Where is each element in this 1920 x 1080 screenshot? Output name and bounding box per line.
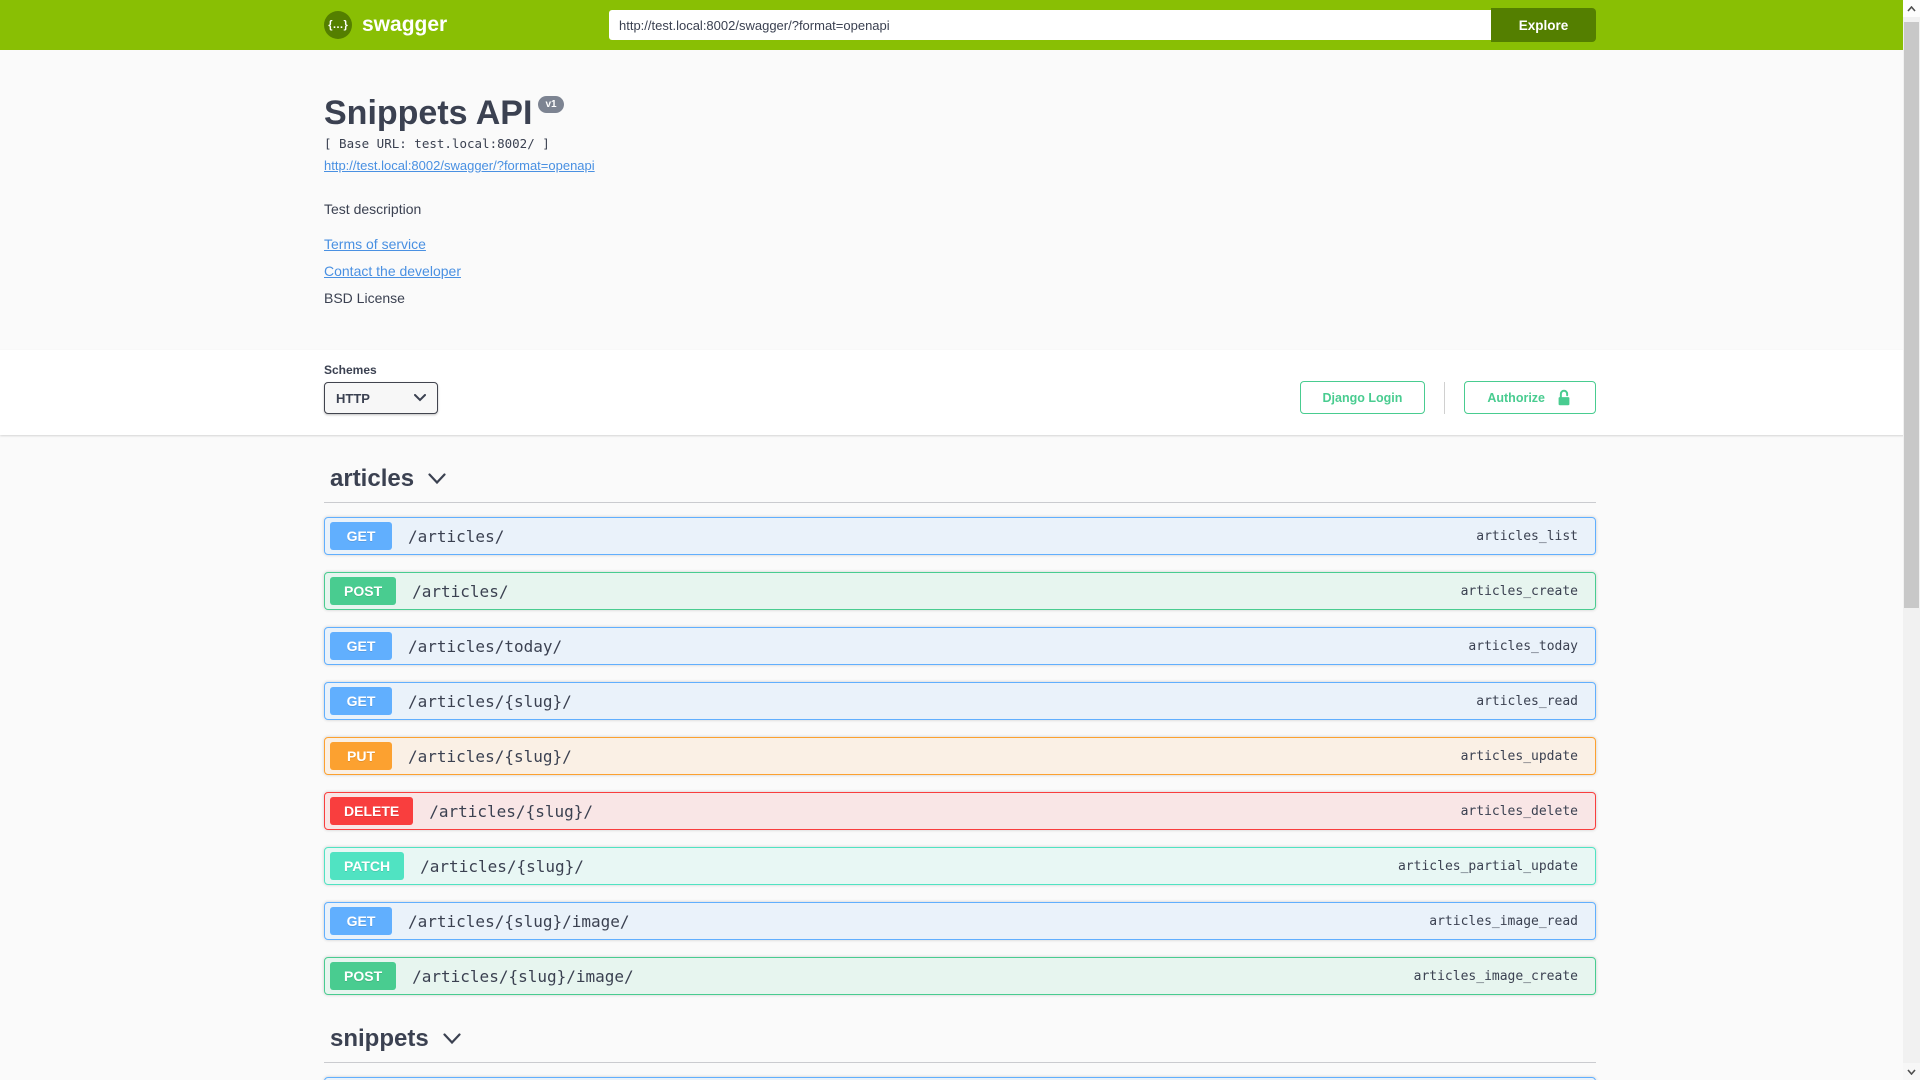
operation-row[interactable]: PUT /articles/{slug}/ articles_update xyxy=(324,737,1596,775)
operation-path: /articles/{slug}/ xyxy=(408,691,572,711)
tag-name: snippets xyxy=(330,1025,429,1052)
version-badge: v1 xyxy=(538,96,564,113)
info-section: Snippets API v1 [ Base URL: test.local:80… xyxy=(0,94,1920,350)
operation-id: articles_partial_update xyxy=(1397,858,1578,874)
operation-id: articles_read xyxy=(1476,693,1578,709)
method-badge: GET xyxy=(330,907,392,935)
spec-link[interactable]: http://test.local:8002/swagger/?format=o… xyxy=(324,158,595,173)
topbar: {…} swagger Explore xyxy=(0,0,1920,50)
operation-row[interactable]: GET /articles/{slug}/ articles_read xyxy=(324,682,1596,720)
operation-path: /articles/{slug}/ xyxy=(420,856,584,876)
unlock-icon xyxy=(1558,389,1570,405)
auth-divider xyxy=(1444,381,1446,414)
operation-path: /articles/{slug}/ xyxy=(429,801,593,821)
operations-main: articles GET /articles/ articles_list PO… xyxy=(324,435,1596,1080)
method-badge: POST xyxy=(330,577,397,605)
authorize-label: Authorize xyxy=(1487,390,1545,405)
operation-path: /articles/{slug}/image/ xyxy=(408,911,630,931)
operation-row[interactable]: PATCH /articles/{slug}/ articles_partial… xyxy=(324,847,1596,885)
tag-header-articles[interactable]: articles xyxy=(324,465,1596,493)
tag-divider xyxy=(324,1062,1596,1063)
brand-title: swagger xyxy=(362,13,448,36)
api-title-text: Snippets API xyxy=(324,94,533,132)
operation-id: articles_image_read xyxy=(1429,913,1578,929)
method-badge: PUT xyxy=(330,742,392,770)
chevron-down-icon xyxy=(428,473,446,485)
tag-divider xyxy=(324,502,1596,503)
operation-row[interactable]: GET /articles/today/ articles_today xyxy=(324,627,1596,665)
method-badge: GET xyxy=(330,522,392,550)
chevron-down-icon xyxy=(443,1033,461,1045)
method-badge: POST xyxy=(330,962,397,990)
operation-id: articles_delete xyxy=(1460,803,1578,819)
operation-path: /articles/ xyxy=(412,581,509,601)
explore-form: Explore xyxy=(609,8,1596,42)
license-text: BSD License xyxy=(324,290,405,306)
operation-row[interactable]: GET /articles/{slug}/image/ articles_ima… xyxy=(324,902,1596,940)
swagger-logo-icon: {…} xyxy=(324,11,352,39)
operation-id: articles_list xyxy=(1476,528,1578,544)
method-badge: PATCH xyxy=(330,852,405,880)
tag-section-articles: articles GET /articles/ articles_list PO… xyxy=(324,465,1596,995)
tag-header-snippets[interactable]: snippets xyxy=(324,1025,1596,1053)
operation-row[interactable]: DELETE /articles/{slug}/ articles_delete xyxy=(324,792,1596,830)
page-title: Snippets API v1 xyxy=(324,94,1596,133)
django-login-label: Django Login xyxy=(1322,390,1403,405)
operation-id: articles_create xyxy=(1460,583,1578,599)
method-badge: GET xyxy=(330,687,392,715)
operation-row[interactable]: GET /articles/ articles_list xyxy=(324,517,1596,555)
operation-id: articles_update xyxy=(1460,748,1578,764)
tag-section-snippets: snippets GET /snippets/ snippets_list xyxy=(324,1025,1596,1080)
method-badge: GET xyxy=(330,632,392,660)
tag-name: articles xyxy=(330,465,415,492)
scrollbar-thumb[interactable] xyxy=(1903,21,1920,609)
schemes-label: Schemes xyxy=(324,363,377,377)
authorize-button[interactable]: Authorize xyxy=(1464,381,1596,414)
operation-id: articles_image_create xyxy=(1413,968,1578,984)
scrollbar[interactable] xyxy=(1903,0,1920,1080)
operation-id: articles_today xyxy=(1468,638,1578,654)
schemes-select[interactable]: HTTP xyxy=(324,382,438,414)
method-badge: DELETE xyxy=(330,797,414,825)
base-url: [ Base URL: test.local:8002/ ] xyxy=(324,136,550,151)
terms-of-service-link[interactable]: Terms of service xyxy=(324,236,426,252)
contact-developer-link[interactable]: Contact the developer xyxy=(324,263,461,279)
api-description: Test description xyxy=(324,201,422,217)
operation-path: /articles/{slug}/image/ xyxy=(412,966,634,986)
explore-button[interactable]: Explore xyxy=(1491,8,1596,42)
scrollbar-down-icon[interactable] xyxy=(1903,1063,1920,1080)
operation-path: /articles/today/ xyxy=(408,636,563,656)
scrollbar-up-icon[interactable] xyxy=(1903,0,1920,17)
django-login-button[interactable]: Django Login xyxy=(1299,381,1426,414)
schemes-selected-value: HTTP xyxy=(336,390,370,406)
operation-path: /articles/{slug}/ xyxy=(408,746,572,766)
auth-wrapper: Django Login Authorize xyxy=(1299,381,1596,414)
swagger-logo-glyph: {…} xyxy=(328,19,348,31)
operation-row[interactable]: POST /articles/{slug}/image/ articles_im… xyxy=(324,957,1596,995)
operation-path: /articles/ xyxy=(408,526,505,546)
schemes-group: Schemes HTTP xyxy=(324,363,438,414)
operation-row[interactable]: POST /articles/ articles_create xyxy=(324,572,1596,610)
scheme-container: Schemes HTTP Django Login Authorize xyxy=(0,350,1920,435)
chevron-down-icon xyxy=(414,394,426,402)
spec-url-input[interactable] xyxy=(609,10,1491,40)
